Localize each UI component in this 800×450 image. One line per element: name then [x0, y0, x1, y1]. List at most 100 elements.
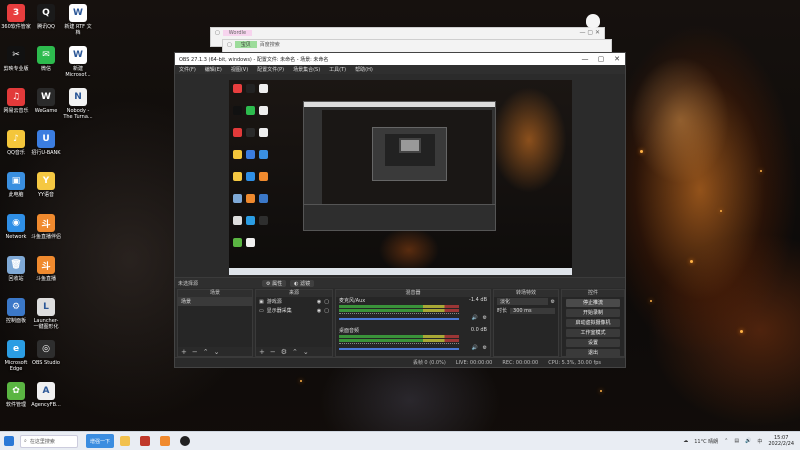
- menu-item[interactable]: 帮助(H): [355, 66, 373, 73]
- control-button[interactable]: 停止推流: [566, 299, 620, 307]
- control-button[interactable]: 工作室模式: [566, 329, 620, 337]
- preview-desktop-icon: [246, 216, 255, 225]
- taskbar-active-app[interactable]: 增强一下: [86, 434, 114, 448]
- app-icon: W: [69, 46, 87, 64]
- mascot-icon[interactable]: [586, 14, 600, 28]
- desktop-icon[interactable]: 斗斗鱼直播: [24, 256, 68, 282]
- tab-wordle[interactable]: Wordle: [222, 29, 253, 36]
- add-icon[interactable]: +: [181, 348, 187, 356]
- transition-select[interactable]: 淡化: [497, 298, 548, 305]
- obs-titlebar[interactable]: OBS 27.1.3 (64-bit, windows) - 配置文件: 未命名…: [175, 53, 625, 65]
- app-icon: A: [37, 382, 55, 400]
- desktop-icon[interactable]: N Nobody - The Turna...: [56, 88, 100, 120]
- chevron-up-icon[interactable]: ⌃: [724, 438, 728, 444]
- down-icon[interactable]: ⌄: [303, 348, 309, 356]
- app-icon: U: [37, 130, 55, 148]
- menu-item[interactable]: 工具(T): [329, 66, 346, 73]
- eye-icon[interactable]: ◉: [317, 308, 321, 314]
- ime-icon[interactable]: 中: [757, 438, 762, 445]
- gear-icon[interactable]: ⚙: [551, 299, 555, 305]
- preview-desktop-icon: [259, 128, 268, 137]
- lock-icon[interactable]: ▢: [324, 308, 329, 314]
- add-icon[interactable]: +: [259, 348, 265, 356]
- desktop-icon[interactable]: Y YY语音: [24, 172, 68, 198]
- control-button[interactable]: 退出: [566, 349, 620, 357]
- source-toolbar: 未选择源 ⚙ 属性 ◐ 滤镜: [175, 277, 625, 288]
- system-tray: ☁ 11°C 晴朗 ⌃ ▤ 🔊 中 15:07 2022/2/24: [683, 435, 794, 447]
- window-controls[interactable]: — ▢ ✕: [579, 29, 600, 36]
- obs-menubar: 文件(F) 编辑(E) 视图(V) 配置文件(P) 场景集合(S) 工具(T) 帮助(H): [175, 65, 625, 74]
- control-button[interactable]: 设置: [566, 339, 620, 347]
- app-red-icon[interactable]: [136, 434, 154, 448]
- scene-item[interactable]: 场景: [178, 297, 252, 306]
- app-icon: 3: [7, 4, 25, 22]
- speaker-icon[interactable]: 🔊: [472, 345, 478, 351]
- gear-icon[interactable]: ⚙: [483, 345, 487, 351]
- volume-icon[interactable]: 🔊: [745, 438, 751, 444]
- file-explorer-icon[interactable]: [116, 434, 134, 448]
- control-button[interactable]: 开始录制: [566, 309, 620, 317]
- menu-item[interactable]: 场景集合(S): [293, 66, 320, 73]
- clock[interactable]: 15:07 2022/2/24: [768, 435, 794, 447]
- up-icon[interactable]: ⌃: [203, 348, 209, 356]
- control-button[interactable]: 启动虚拟摄像机: [566, 319, 620, 327]
- scenes-dock[interactable]: 场景 场景 + − ⌃ ⌄: [177, 289, 253, 357]
- menu-item[interactable]: 视图(V): [231, 66, 248, 73]
- desktop-icon[interactable]: ◎ OBS Studio: [24, 340, 68, 366]
- preview-desktop-icon: [246, 238, 255, 247]
- menu-item[interactable]: 文件(F): [179, 66, 196, 73]
- close-icon[interactable]: ✕: [609, 55, 625, 63]
- source-item[interactable]: ▣ 游戏源 ◉ ▢: [256, 297, 332, 306]
- desktop-icon[interactable]: A AgencyFB...: [24, 382, 68, 408]
- minimize-icon[interactable]: —: [577, 55, 593, 63]
- speaker-icon[interactable]: 🔊: [472, 315, 478, 321]
- properties-button[interactable]: ⚙ 属性: [262, 279, 287, 287]
- windows-start-icon[interactable]: [0, 434, 18, 448]
- obs-taskbar-icon[interactable]: [176, 434, 194, 448]
- scenes-dock-title: 场景: [178, 290, 252, 297]
- network-icon[interactable]: ▤: [734, 438, 739, 444]
- preview-desktop-icon: [259, 216, 268, 225]
- volume-slider[interactable]: [339, 318, 459, 320]
- app-orange-icon[interactable]: [156, 434, 174, 448]
- audio-mixer-dock[interactable]: 混音器 麦克风/Aux -1.4 dB 🔊 ⚙ 桌面音频 0.0 dB 🔊 ⚙: [335, 289, 491, 357]
- desktop-icon[interactable]: W 新建 RTF 文 档: [56, 4, 100, 36]
- volume-slider[interactable]: [339, 348, 459, 350]
- gear-icon[interactable]: ⚙: [483, 315, 487, 321]
- preview-desktop-icon: [233, 84, 242, 93]
- controls-title: 控件: [562, 290, 624, 297]
- tab-baidu[interactable]: 百度搜索: [260, 41, 280, 48]
- desktop-icon[interactable]: W 新建 Microsof...: [56, 46, 100, 78]
- remove-icon[interactable]: −: [270, 348, 276, 356]
- transitions-dock[interactable]: 转场特效 淡化 ⚙ 时长 300 ms: [493, 289, 559, 357]
- up-icon[interactable]: ⌃: [292, 348, 298, 356]
- controls-dock[interactable]: 控件 停止推流开始录制启动虚拟摄像机 工作室模式设置退出: [561, 289, 625, 357]
- app-icon: ✂: [7, 46, 25, 64]
- obs-preview[interactable]: [229, 80, 572, 275]
- weather-icon[interactable]: ☁: [683, 438, 688, 444]
- remove-icon[interactable]: −: [192, 348, 198, 356]
- tab-baby[interactable]: 宝贝: [234, 41, 257, 48]
- duration-input[interactable]: 300 ms: [510, 307, 555, 314]
- preview-desktop-icon: [233, 128, 242, 137]
- maximize-icon[interactable]: ▢: [593, 55, 609, 63]
- desktop-icon[interactable]: L Launcher- 一键图形化: [24, 298, 68, 330]
- menu-item[interactable]: 配置文件(P): [257, 66, 284, 73]
- lock-icon[interactable]: ▢: [324, 299, 329, 305]
- down-icon[interactable]: ⌄: [214, 348, 220, 356]
- gear-icon[interactable]: ⚙: [281, 348, 287, 356]
- menu-item[interactable]: 编辑(E): [205, 66, 222, 73]
- taskbar-search[interactable]: ⌕ 在这里搜索: [20, 434, 78, 448]
- eye-icon[interactable]: ◉: [317, 299, 321, 305]
- filters-button[interactable]: ◐ 滤镜: [290, 279, 315, 287]
- mixer-channel-desktop[interactable]: 桌面音频 0.0 dB 🔊 ⚙: [336, 327, 490, 357]
- preview-desktop-icon: [259, 150, 268, 159]
- sources-dock[interactable]: 来源 ▣ 游戏源 ◉ ▢ ▭ 显示器采集 ◉ ▢ + − ⚙ ⌃ ⌄: [255, 289, 333, 357]
- desktop-icon[interactable]: U 招行U-BANK: [24, 130, 68, 156]
- mixer-channel-mic[interactable]: 麦克风/Aux -1.4 dB 🔊 ⚙: [336, 297, 490, 327]
- source-item[interactable]: ▭ 显示器采集 ◉ ▢: [256, 306, 332, 315]
- obs-window[interactable]: OBS 27.1.3 (64-bit, windows) - 配置文件: 未命名…: [174, 52, 626, 368]
- desktop-icon-label: 招行U-BANK: [31, 150, 61, 156]
- desktop-icon[interactable]: 斗斗鱼直播伴侣: [24, 214, 68, 240]
- desktop-icon-label: AgencyFB...: [31, 402, 61, 408]
